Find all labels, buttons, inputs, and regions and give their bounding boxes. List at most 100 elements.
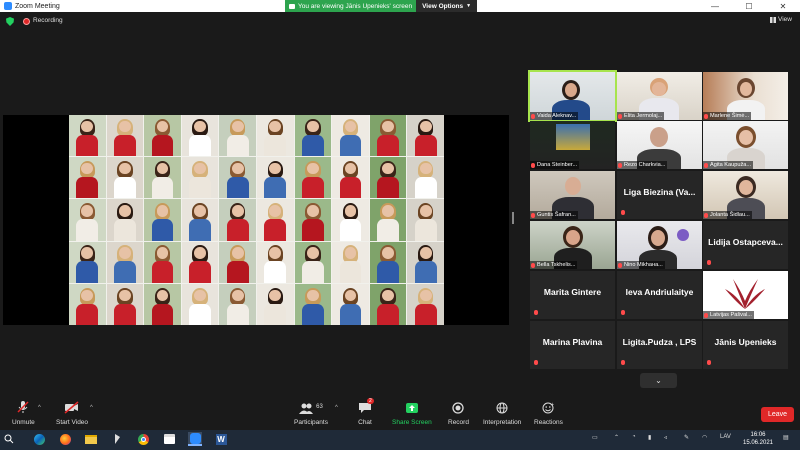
participant-name-label: Guntis Šafran... (530, 211, 578, 219)
wifi-icon[interactable]: ◠ (702, 434, 707, 441)
participant-name: Lidija Ostapceva... (708, 237, 783, 247)
mic-muted-icon (707, 360, 711, 365)
participant-video-tile[interactable]: Guntis Šafran... (530, 171, 615, 219)
participants-button[interactable]: 63 Participants (294, 400, 328, 426)
chat-button[interactable]: 2 Chat (358, 398, 374, 426)
mosaic-video-tile (332, 157, 369, 199)
participant-name-tile[interactable]: Ligita.Pudza , LPS (617, 321, 702, 369)
mosaic-video-tile (106, 241, 144, 283)
record-button[interactable]: Record (448, 400, 469, 426)
mosaic-video-tile (106, 115, 144, 157)
mosaic-video-tile (256, 283, 294, 325)
mosaic-video-tile (69, 241, 106, 283)
maximize-button[interactable]: ☐ (732, 0, 766, 12)
search-icon[interactable] (2, 432, 16, 446)
participant-video-tile[interactable]: Agita Kaupuža... (703, 121, 788, 169)
close-button[interactable]: ✕ (766, 0, 800, 12)
record-icon (452, 402, 465, 414)
participant-name-label: Rezo Charkvia... (617, 161, 668, 169)
edge-icon[interactable] (32, 432, 46, 446)
mosaic-video-tile (369, 241, 407, 283)
mic-muted-icon (704, 212, 708, 218)
minimize-button[interactable]: — (698, 0, 732, 12)
participant-name: Ligita.Pudza , LPS (622, 337, 697, 347)
mosaic-video-tile (407, 283, 444, 325)
system-clock[interactable]: 16:06 15.06.2021 (738, 431, 778, 447)
mosaic-video-tile (332, 115, 369, 157)
mosaic-video-tile (369, 157, 407, 199)
audio-options-caret[interactable]: ^ (38, 405, 41, 411)
zoom-icon[interactable] (188, 432, 202, 446)
mosaic-video-tile (106, 199, 144, 241)
notifications-icon[interactable]: ▤ (783, 434, 789, 441)
cursor-app-icon[interactable] (110, 432, 124, 446)
mic-muted-icon (618, 262, 622, 268)
network-icon[interactable]: ◔ (632, 434, 636, 440)
zoom-logo-icon (4, 2, 12, 10)
chevron-up-icon[interactable]: ⌃ (614, 434, 619, 441)
mosaic-video-tile (407, 199, 444, 241)
mosaic-video-tile (294, 283, 332, 325)
participant-video-tile[interactable]: Elita Jermolaj... (617, 72, 702, 120)
participant-name-tile[interactable]: Jānis Upenieks (703, 321, 788, 369)
participant-video-tile[interactable]: Rezo Charkvia... (617, 121, 702, 169)
firefox-icon[interactable] (58, 432, 72, 446)
mic-muted-icon (618, 113, 622, 119)
chrome-icon[interactable] (136, 432, 150, 446)
participant-name: Marita Gintere (543, 287, 602, 297)
mosaic-video-tile (332, 283, 369, 325)
participant-video-tile[interactable]: Latvijas Pašval... (703, 271, 788, 319)
participants-options-caret[interactable]: ^ (335, 405, 338, 411)
participant-name-tile[interactable]: Marina Plavina (530, 321, 615, 369)
participant-video-tile[interactable]: Marlene Šimė... (703, 72, 788, 120)
mic-muted-icon (621, 210, 625, 215)
video-options-caret[interactable]: ^ (90, 405, 93, 411)
view-button[interactable]: View (770, 16, 792, 23)
meeting-tray-icon[interactable]: ▭ (592, 434, 598, 441)
store-icon[interactable] (162, 432, 176, 446)
participant-name-label: Agita Kaupuža... (703, 161, 754, 169)
speaker-icon[interactable]: ◃ (664, 434, 667, 441)
leave-button[interactable]: Leave (761, 407, 794, 422)
participant-name-label: Marlene Šimė... (703, 112, 752, 120)
viewing-text: You are viewing Jānis Upenieks' screen (298, 2, 413, 10)
mic-muted-icon (704, 113, 708, 119)
mosaic-video-tile (219, 199, 256, 241)
svg-text:+: + (551, 402, 554, 408)
file-explorer-icon[interactable] (84, 432, 98, 446)
participant-name-tile[interactable]: Marita Gintere (530, 271, 615, 319)
interpretation-label: Interpretation (483, 419, 522, 426)
input-language[interactable]: LAV (720, 434, 731, 440)
mosaic-video-tile (407, 115, 444, 157)
splitter-handle[interactable] (512, 212, 514, 224)
mosaic-video-tile (144, 283, 181, 325)
mosaic-video-tile (144, 157, 181, 199)
participant-name-tile[interactable]: Ieva Andriulaitye (617, 271, 702, 319)
mic-muted-icon (17, 401, 29, 413)
meeting-topbar (0, 12, 800, 32)
mic-muted-icon (534, 360, 538, 365)
mosaic-video-tile (181, 199, 219, 241)
participant-video-tile[interactable]: Nino Mikhaна... (617, 221, 702, 269)
start-video-button[interactable]: Start Video (56, 400, 88, 426)
interpretation-button[interactable]: Interpretation (483, 400, 521, 426)
view-options-button[interactable]: View Options ▼ (416, 0, 478, 12)
recording-label: Recording (33, 17, 63, 24)
pen-icon[interactable]: ✎ (684, 434, 689, 441)
participant-video-tile[interactable]: Vaida Aleknav... (528, 70, 617, 122)
participant-video-tile[interactable]: Bella Tskhelis... (530, 221, 615, 269)
participant-name-tile[interactable]: Liga Biezina (Va... (617, 171, 702, 219)
reactions-button[interactable]: + Reactions (534, 400, 563, 426)
battery-icon[interactable]: ▮ (648, 434, 651, 441)
mosaic-video-tile (219, 241, 256, 283)
unmute-button[interactable]: Unmute (12, 400, 35, 426)
participant-video-tile[interactable]: Jolanta Šidlau... (703, 171, 788, 219)
globe-icon (496, 402, 508, 414)
mic-muted-icon (704, 312, 708, 318)
word-icon[interactable]: W (214, 432, 228, 446)
mic-muted-icon (531, 113, 535, 119)
next-page-button[interactable]: ⌄ (640, 373, 677, 388)
share-screen-button[interactable]: Share Screen (392, 400, 432, 426)
participant-name-tile[interactable]: Lidija Ostapceva... (703, 221, 788, 269)
participant-video-tile[interactable]: Dana Steinber... (530, 121, 615, 169)
